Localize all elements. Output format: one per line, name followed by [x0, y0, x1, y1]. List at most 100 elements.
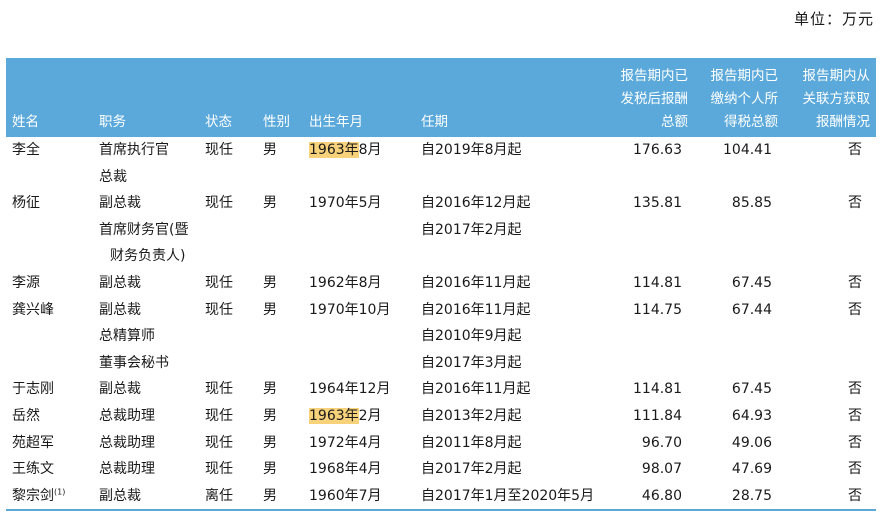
header-name: 姓名: [6, 58, 93, 137]
cell-name: 王练文: [12, 461, 54, 478]
cell-position: 副总裁 总精算师 董事会秘书: [99, 301, 169, 371]
table-row: 杨征 副总裁 首席财务官(暨 财务负责人) 现任 男 1970年5月 自2016…: [6, 190, 876, 270]
cell-pay: 135.81: [633, 195, 682, 212]
cell-tax: 67.44: [731, 301, 772, 318]
header-pay: 报告期内已 发税后报酬 总额: [602, 58, 694, 137]
cell-status: 现任: [205, 301, 233, 318]
cell-pay: 46.80: [602, 482, 694, 512]
highlighted-year: 1963年: [309, 407, 359, 424]
cell-birth: 1970年5月: [309, 195, 382, 212]
cell-tax: 67.45: [731, 381, 772, 398]
cell-related: 否: [848, 381, 862, 398]
cell-pay: 176.63: [633, 142, 682, 158]
cell-status: 现任: [205, 407, 233, 424]
cell-tax: 67.45: [731, 274, 772, 291]
cell-status: 现任: [205, 381, 233, 398]
cell-tax: 104.41: [723, 142, 772, 158]
cell-term: 自2019年8月起: [421, 142, 522, 158]
cell-gender: 男: [263, 142, 277, 158]
cell-status: 现任: [205, 195, 233, 212]
cell-term: 自2017年2月起: [421, 461, 522, 478]
cell-related: 否: [848, 301, 862, 318]
cell-name: 龚兴峰: [12, 301, 54, 318]
executive-compensation-table: 姓名 职务 状态 性别 出生年月 任期 报告期内已 发税后报酬 总额 报告期内已…: [6, 58, 876, 512]
cell-tax: 64.93: [731, 407, 772, 424]
cell-gender: 男: [257, 482, 303, 512]
cell-name: 于志刚: [12, 381, 54, 398]
cell-birth: 1960年7月: [303, 482, 415, 512]
table-header: 姓名 职务 状态 性别 出生年月 任期 报告期内已 发税后报酬 总额 报告期内已…: [6, 58, 876, 137]
cell-position: 副总裁: [99, 274, 141, 291]
cell-term: 自2017年1月至2020年5月: [415, 482, 602, 512]
cell-gender: 男: [263, 461, 277, 478]
cell-birth: 1964年12月: [309, 381, 391, 398]
table-body: 李全 首席执行官 总裁 现任 男 1963年8月 自2019年8月起 176.6…: [6, 137, 876, 512]
unit-label: 单位：万元: [793, 10, 874, 28]
cell-pay: 96.70: [641, 434, 682, 451]
cell-name: 杨征: [12, 195, 40, 212]
cell-name: 岳然: [12, 407, 40, 424]
cell-tax: 47.69: [731, 461, 772, 478]
cell-gender: 男: [263, 274, 277, 291]
cell-name: 李全: [12, 142, 40, 158]
cell-pay: 111.84: [633, 407, 682, 424]
cell-birth: 1968年4月: [309, 461, 382, 478]
table-row: 李全 首席执行官 总裁 现任 男 1963年8月 自2019年8月起 176.6…: [6, 137, 876, 190]
cell-term: 自2016年11月起: [421, 274, 531, 291]
cell-pay: 114.81: [633, 381, 682, 398]
table-row: 王练文 总裁助理 现任 男 1968年4月 自2017年2月起 98.07 47…: [6, 456, 876, 483]
cell-related: 否: [848, 407, 862, 424]
table-row: 龚兴峰 副总裁 总精算师 董事会秘书 现任 男 1970年10月 自2016年1…: [6, 297, 876, 377]
cell-term: 自2013年2月起: [421, 407, 522, 424]
header-status: 状态: [199, 58, 257, 137]
header-term: 任期: [415, 58, 602, 137]
cell-status: 现任: [205, 274, 233, 291]
cell-position: 副总裁 首席财务官(暨 财务负责人): [99, 195, 189, 265]
cell-position: 总裁助理: [99, 434, 155, 451]
table-row: 苑超军 总裁助理 现任 男 1972年4月 自2011年8月起 96.70 49…: [6, 430, 876, 457]
header-tax: 报告期内已 缴纳个人所 得税总额: [694, 58, 784, 137]
cell-pay: 114.81: [633, 274, 682, 291]
cell-term: 自2016年11月起 自2010年9月起 自2017年3月起: [421, 301, 531, 371]
header-position: 职务: [93, 58, 199, 137]
cell-gender: 男: [263, 434, 277, 451]
cell-related: 否: [848, 195, 862, 212]
cell-term: 自2016年11月起: [421, 381, 531, 398]
footnote-marker: (1): [54, 487, 66, 497]
table-row: 李源 副总裁 现任 男 1962年8月 自2016年11月起 114.81 67…: [6, 270, 876, 297]
cell-position: 总裁助理: [99, 461, 155, 478]
cell-pay: 114.75: [633, 301, 682, 318]
header-related: 报告期内从 关联方获取 报酬情况: [784, 58, 876, 137]
table-row: 岳然 总裁助理 现任 男 1963年2月 自2013年2月起 111.84 64…: [6, 403, 876, 430]
cell-birth: 1970年10月: [309, 301, 391, 318]
cell-status: 现任: [205, 434, 233, 451]
cell-related: 否: [848, 461, 862, 478]
cell-position: 首席执行官 总裁: [99, 142, 169, 185]
cell-related: 否: [848, 434, 862, 451]
cell-related: 否: [848, 142, 862, 158]
cell-position: 副总裁: [99, 381, 141, 398]
header-birth: 出生年月: [303, 58, 415, 137]
cell-gender: 男: [263, 381, 277, 398]
highlighted-year: 1963年: [309, 142, 359, 158]
cell-term: 自2016年12月起 自2017年2月起: [421, 195, 531, 238]
cell-gender: 男: [263, 301, 277, 318]
cell-tax: 49.06: [731, 434, 772, 451]
cell-birth: 1963年2月: [309, 407, 382, 424]
cell-tax: 28.75: [694, 482, 784, 512]
cell-gender: 男: [263, 407, 277, 424]
header-gender: 性别: [257, 58, 303, 137]
cell-related: 否: [784, 482, 876, 512]
cell-gender: 男: [263, 195, 277, 212]
table-row: 黎宗剑(1) 副总裁 离任 男 1960年7月 自2017年1月至2020年5月…: [6, 482, 876, 512]
cell-name: 苑超军: [12, 434, 54, 451]
cell-tax: 85.85: [731, 195, 772, 212]
cell-position: 副总裁: [93, 482, 199, 512]
cell-name: 李源: [12, 274, 40, 291]
cell-birth: 1962年8月: [309, 274, 382, 291]
cell-position: 总裁助理: [99, 407, 155, 424]
cell-pay: 98.07: [641, 461, 682, 478]
cell-term: 自2011年8月起: [421, 434, 522, 451]
cell-status: 离任: [199, 482, 257, 512]
cell-related: 否: [848, 274, 862, 291]
